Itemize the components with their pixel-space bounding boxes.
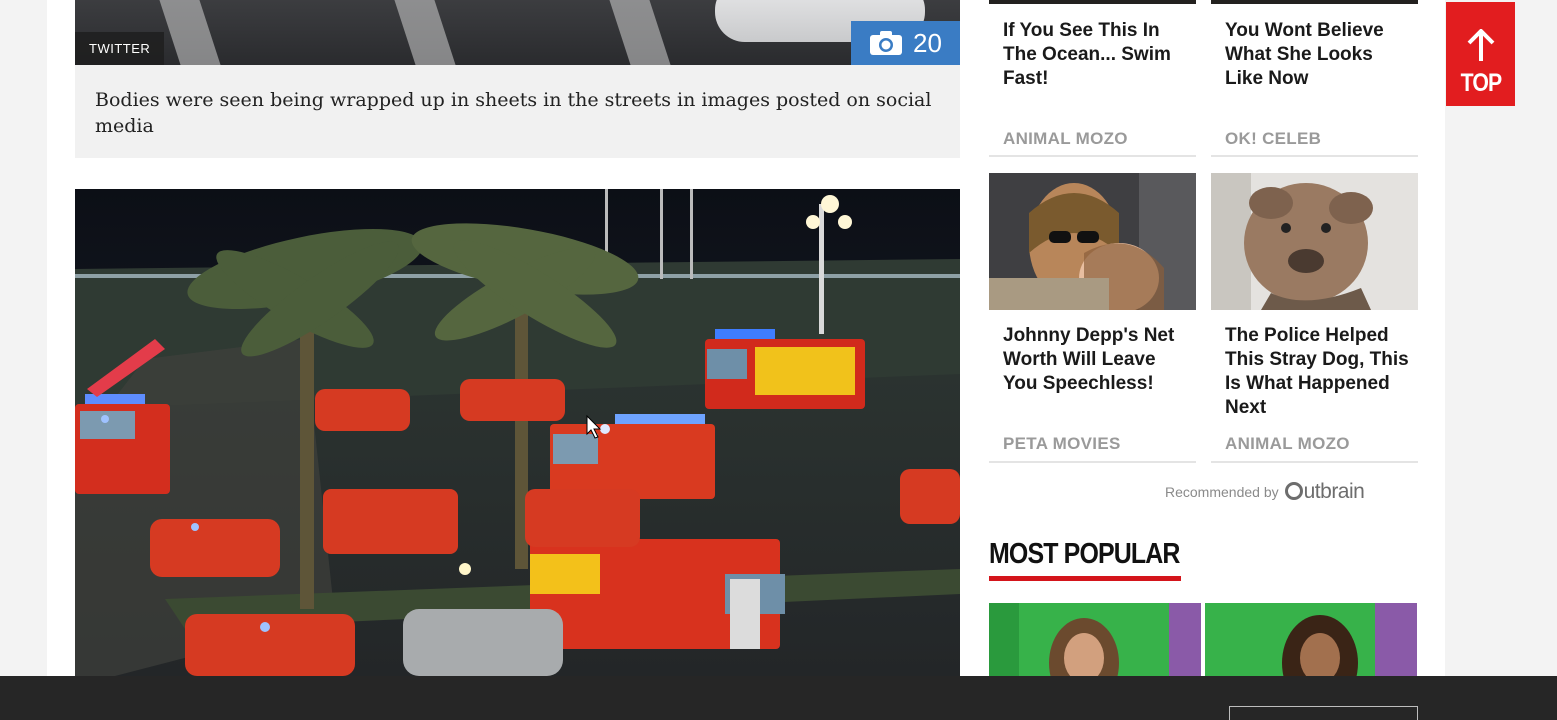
outbrain-logo: utbrain — [1284, 480, 1365, 504]
card-divider — [1211, 461, 1418, 463]
card-title[interactable]: If You See This In The Ocean... Swim Fas… — [1003, 19, 1193, 91]
card-image-edge — [1211, 0, 1418, 4]
most-popular-thumbnail[interactable] — [989, 603, 1201, 676]
recommended-card[interactable]: Johnny Depp's Net Worth Will Leave You S… — [989, 173, 1196, 465]
card-source: PETA MOVIES — [1003, 434, 1121, 453]
article-photo-emergency-scene[interactable] — [75, 189, 960, 676]
back-to-top-button[interactable]: TOP — [1446, 2, 1515, 106]
caption-text: Bodies were seen being wrapped up in she… — [95, 89, 932, 137]
photo-credit: TWITTER — [75, 32, 165, 65]
card-source: ANIMAL MOZO — [1003, 129, 1128, 148]
card-divider — [1211, 155, 1418, 157]
bottom-banner — [0, 676, 1557, 720]
card-source: ANIMAL MOZO — [1225, 434, 1350, 453]
card-divider — [989, 155, 1196, 157]
card-title[interactable]: Johnny Depp's Net Worth Will Leave You S… — [1003, 324, 1193, 396]
outbrain-attribution[interactable]: Recommended by utbrain — [1165, 480, 1365, 504]
heading-underline — [989, 576, 1181, 581]
card-source: OK! CELEB — [1225, 129, 1322, 148]
card-thumbnail[interactable] — [1211, 173, 1418, 310]
most-popular-thumbnail[interactable] — [1205, 603, 1417, 676]
gallery-count-button[interactable]: 20 — [851, 21, 960, 65]
photo-caption: Bodies were seen being wrapped up in she… — [75, 65, 960, 158]
camera-icon — [870, 31, 903, 55]
recommended-card[interactable]: If You See This In The Ocean... Swim Fas… — [989, 0, 1196, 158]
photo-count: 20 — [913, 27, 942, 58]
gallery-photo-top[interactable] — [75, 0, 960, 65]
recommended-card[interactable]: You Wont Believe What She Looks Like Now… — [1211, 0, 1418, 158]
recommended-by-label: Recommended by — [1165, 484, 1279, 500]
back-to-top-label: TOP — [1460, 69, 1502, 97]
most-popular-heading: MOST POPULAR — [989, 538, 1180, 570]
banner-button[interactable] — [1229, 706, 1418, 720]
card-title[interactable]: You Wont Believe What She Looks Like Now — [1225, 19, 1415, 91]
card-thumbnail[interactable] — [989, 173, 1196, 310]
card-title[interactable]: The Police Helped This Stray Dog, This I… — [1225, 324, 1415, 420]
card-image-edge — [989, 0, 1196, 4]
card-divider — [989, 461, 1196, 463]
recommended-card[interactable]: The Police Helped This Stray Dog, This I… — [1211, 173, 1418, 465]
outbrain-logo-text: utbrain — [1303, 480, 1365, 503]
arrow-up-icon — [1467, 29, 1494, 61]
